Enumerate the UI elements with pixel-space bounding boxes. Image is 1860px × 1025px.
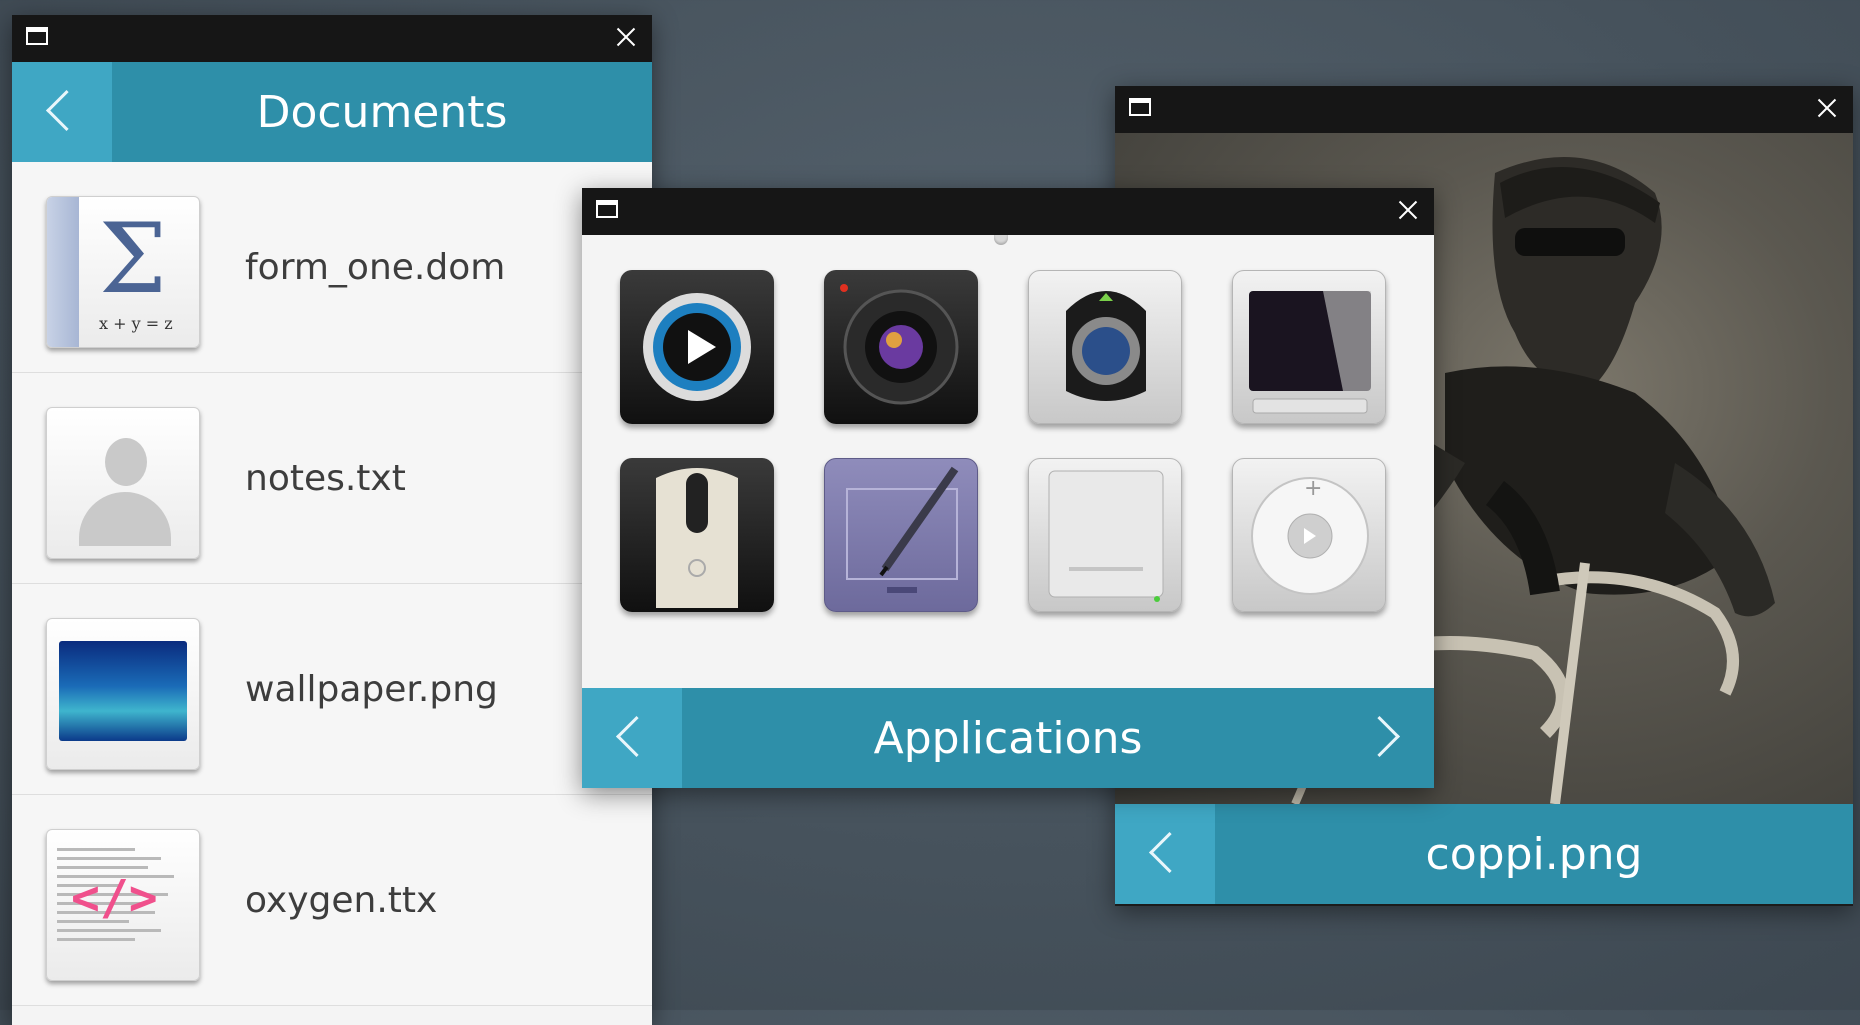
- photo-header: coppi.png: [1115, 804, 1853, 904]
- chevron-left-icon: [45, 89, 88, 132]
- list-item[interactable]: notes.txt: [12, 373, 652, 584]
- app-grid: +: [582, 235, 1434, 688]
- chevron-left-icon: [1148, 831, 1191, 874]
- tablet-device-icon[interactable]: [1232, 270, 1386, 424]
- list-item[interactable]: Σ x + y = z form_one.dom: [12, 162, 652, 373]
- documents-window: Documents Σ x + y = z form_one.dom notes…: [12, 15, 652, 1025]
- documents-titlebar: [12, 15, 652, 62]
- documents-header: Documents: [12, 62, 652, 162]
- maximize-icon[interactable]: [26, 27, 48, 45]
- maximize-icon[interactable]: [596, 200, 618, 218]
- applications-window: + Applications: [582, 188, 1434, 788]
- maximize-icon[interactable]: [1129, 98, 1151, 116]
- file-list: Σ x + y = z form_one.dom notes.txt wallp…: [12, 162, 652, 1006]
- back-button[interactable]: [1115, 804, 1215, 904]
- page-title: Applications: [873, 712, 1143, 764]
- drawing-tablet-icon[interactable]: [824, 458, 978, 612]
- svg-text:+: +: [1304, 476, 1322, 501]
- back-button[interactable]: [12, 62, 112, 162]
- file-name: oxygen.ttx: [245, 879, 438, 921]
- external-drive-icon[interactable]: [1028, 458, 1182, 612]
- code-file-icon: </>: [46, 829, 200, 981]
- file-name: form_one.dom: [245, 246, 506, 288]
- contact-icon: [46, 407, 200, 559]
- photo-titlebar: [1115, 86, 1853, 133]
- next-button[interactable]: [1334, 688, 1434, 788]
- mouse-icon[interactable]: [620, 458, 774, 612]
- formula-icon: Σ x + y = z: [46, 196, 200, 348]
- media-player-icon[interactable]: [620, 270, 774, 424]
- chevron-left-icon: [615, 715, 658, 758]
- list-item[interactable]: </> oxygen.ttx: [12, 795, 652, 1006]
- close-icon[interactable]: [612, 23, 640, 51]
- page-title: Documents: [256, 86, 508, 138]
- file-name: notes.txt: [245, 457, 406, 499]
- webcam-icon[interactable]: [1028, 270, 1182, 424]
- close-icon[interactable]: [1394, 196, 1422, 224]
- applications-header: Applications: [582, 688, 1434, 788]
- image-icon: [46, 618, 200, 770]
- file-name: wallpaper.png: [245, 668, 498, 710]
- drag-handle[interactable]: [994, 235, 1008, 245]
- page-title: coppi.png: [1425, 828, 1643, 880]
- music-player-icon[interactable]: +: [1232, 458, 1386, 612]
- chevron-right-icon: [1358, 715, 1401, 758]
- camera-icon[interactable]: [824, 270, 978, 424]
- list-item[interactable]: wallpaper.png: [12, 584, 652, 795]
- close-icon[interactable]: [1813, 94, 1841, 122]
- previous-button[interactable]: [582, 688, 682, 788]
- applications-titlebar: [582, 188, 1434, 235]
